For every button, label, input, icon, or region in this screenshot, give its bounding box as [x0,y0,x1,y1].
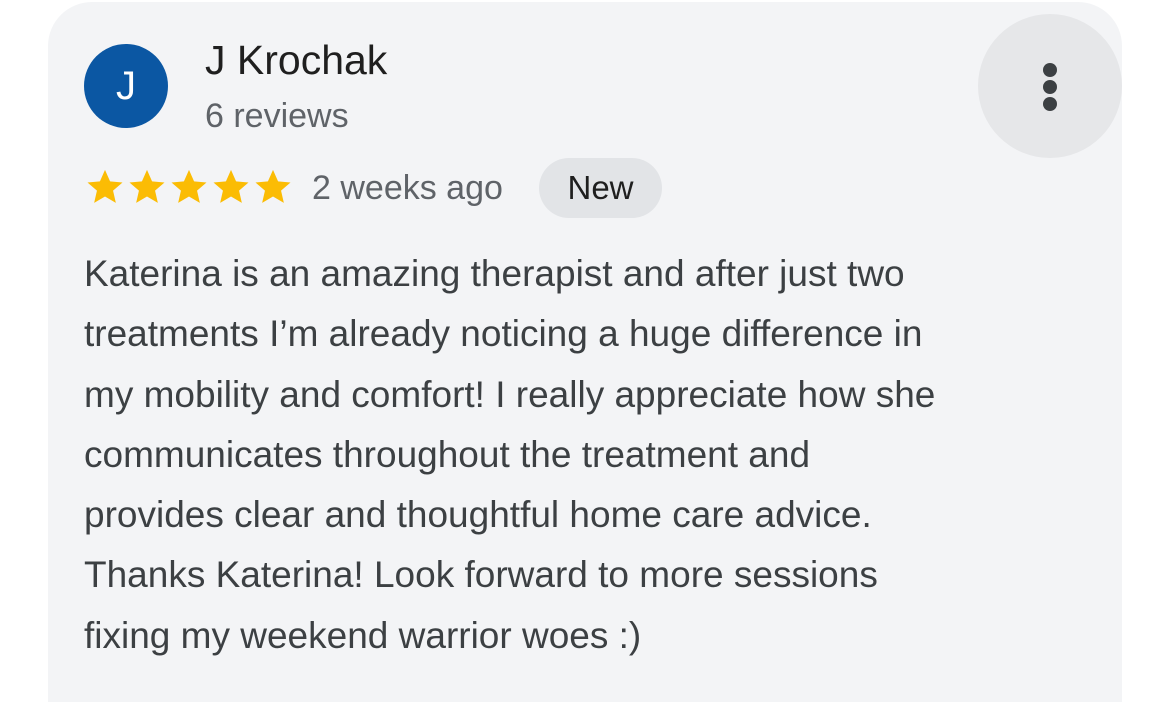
star-icon [171,169,207,203]
star-rating [84,166,294,210]
review-text: Katerina is an amazing therapist and aft… [84,244,1094,666]
review-count: 6 reviews [205,97,349,135]
review-text-line: communicates throughout the treatment an… [84,433,811,475]
star-icon [255,169,291,203]
star-icon [87,169,123,203]
star-icon [213,169,249,203]
review-time: 2 weeks ago [312,169,503,207]
avatar[interactable]: J [84,44,168,128]
review-text-line: Thanks Katerina! Look forward to more se… [84,554,878,596]
review-text-line: provides clear and thoughtful home care … [84,494,872,536]
new-badge: New [539,158,662,218]
reviewer-name[interactable]: J Krochak [205,36,387,84]
star-icon [129,169,165,203]
review-text-line: treatments I’m already noticing a huge d… [84,313,923,355]
review-text-line: my mobility and comfort! I really apprec… [84,373,936,415]
review-text-line: fixing my weekend warrior woes :) [84,614,642,656]
review-text-line: Katerina is an amazing therapist and aft… [84,253,905,294]
more-options-button[interactable] [978,14,1122,158]
